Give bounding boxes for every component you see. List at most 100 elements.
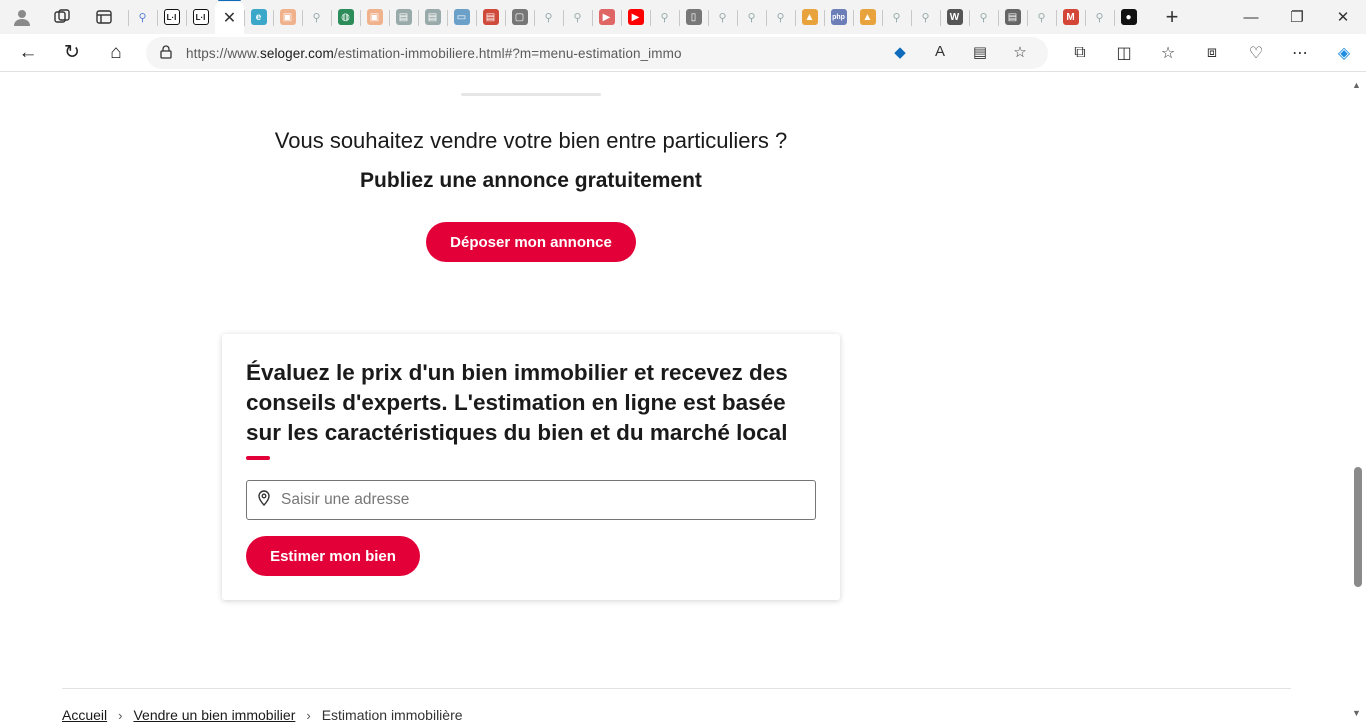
browser-tab[interactable]: ⚲ [969,2,998,32]
browser-tab[interactable]: ▤ [418,2,447,32]
search-icon: ⚲ [1095,11,1104,24]
browser-tab[interactable]: ◍ [331,2,360,32]
location-pin-icon [247,490,281,510]
sell-question: Vous souhaitez vendre votre bien entre p… [274,128,788,153]
search-icon: ⚲ [660,11,669,24]
browser-tab[interactable]: ▤ [389,2,418,32]
browser-tab[interactable]: ▢ [505,2,534,32]
browser-tab[interactable]: ▶ [592,2,621,32]
browser-tab[interactable]: ▣ [273,2,302,32]
page-content: Vous souhaitez vendre votre bien entre p… [0,72,1348,728]
browser-tab[interactable]: php [824,2,853,32]
browser-tab[interactable]: ▯ [679,2,708,32]
browser-tab[interactable]: ▶ [621,2,650,32]
php-icon: php [830,9,847,25]
search-icon: ⚲ [312,11,321,24]
footer-divider [62,688,1291,689]
split-screen-icon[interactable]: ◫ [1102,43,1146,63]
search-icon: ⚲ [138,11,147,24]
url-text[interactable]: https://www.seloger.com/estimation-immob… [186,46,682,61]
browser-tab[interactable]: ● [1114,2,1143,32]
pma-icon: ▲ [859,9,876,25]
workspaces-icon[interactable] [48,3,76,31]
tabs-list: ⚲ L·I L·I ✕ e ▣ ⚲ ◍ ▣ ▤ ▤ ▭ ▤ ▢ ⚲ ⚲ ▶ ▶ ⚲ ▯ ⚲ ⚲ ⚲ ▲ php ▲ ⚲ ⚲ W ⚲ ▤ ⚲ M ⚲… [128,0,1143,34]
copilot-icon[interactable]: ◈ [1322,43,1366,63]
search-icon: ⚲ [747,11,756,24]
search-icon: ⚲ [921,11,930,24]
profile-icon[interactable] [8,3,36,31]
performance-icon[interactable]: ♡ [1234,43,1278,63]
browser-tab[interactable]: ▭ [447,2,476,32]
browser-tab[interactable]: ✕ [215,0,244,34]
browser-tab[interactable]: ⚲ [911,2,940,32]
breadcrumb-home[interactable]: Accueil [62,707,107,723]
chevron-right-icon: › [118,707,123,723]
read-aloud-icon[interactable]: A [920,43,960,61]
wikipedia-icon: W [946,9,963,25]
immersive-reader-icon[interactable]: ▤ [960,43,1000,61]
browser-tab[interactable]: M [1056,2,1085,32]
new-tab-icon[interactable]: + [1158,3,1186,31]
file-icon: ▤ [395,9,412,25]
browser-tab[interactable]: ⚲ [766,2,795,32]
browser-tab[interactable]: e [244,2,273,32]
browser-tab[interactable]: ▲ [853,2,882,32]
browser-tab[interactable]: ⚲ [1085,2,1114,32]
estimer-button[interactable]: Estimer mon bien [246,536,420,576]
shopping-tag-icon[interactable]: ◆ [880,43,920,61]
browser-tab[interactable]: ⚲ [1027,2,1056,32]
browser-tab[interactable]: ⚲ [302,2,331,32]
collections-icon[interactable]: ⧈ [1190,44,1234,62]
url-bar[interactable]: https://www.seloger.com/estimation-immob… [146,37,1048,69]
search-icon: ⚲ [776,11,785,24]
browser-tab[interactable]: ▣ [360,2,389,32]
browser-tab[interactable]: ⚲ [708,2,737,32]
youtube-icon: ▶ [598,9,615,25]
edge-icon: e [250,9,267,25]
minimize-icon[interactable]: — [1228,0,1274,34]
sell-subtitle: Publiez une annonce gratuitement [360,169,702,192]
lock-icon[interactable] [146,44,186,62]
li-icon: L·I [163,9,180,25]
extensions-icon[interactable]: ⧉ [1058,44,1102,62]
scroll-up-icon[interactable]: ▲ [1352,80,1361,90]
image-icon: ▣ [366,9,383,25]
close-icon: ✕ [222,10,237,27]
favorites-icon[interactable]: ☆ [1146,43,1190,63]
divider [461,93,601,96]
refresh-icon[interactable]: ↻ [50,35,94,71]
browser-tab[interactable]: ⚲ [882,2,911,32]
scrollbar-thumb[interactable] [1354,467,1362,587]
browser-tab[interactable]: ⚲ [563,2,592,32]
more-menu-icon[interactable]: ⋯ [1278,43,1322,63]
browser-tab[interactable]: W [940,2,969,32]
back-icon[interactable]: ← [6,35,50,71]
browser-tab[interactable]: L·I [157,2,186,32]
address-field[interactable] [246,480,816,520]
close-window-icon[interactable]: ✕ [1320,0,1366,34]
estimation-card: Évaluez le prix d'un bien immobilier et … [222,334,840,600]
home-icon[interactable]: ⌂ [94,35,138,71]
scrollbar[interactable]: ▲ ▼ [1348,72,1366,728]
browser-tab[interactable]: ⚲ [128,2,157,32]
screen-icon: ▭ [453,9,470,25]
accent-bar [246,456,270,460]
browser-tab[interactable]: ⚲ [737,2,766,32]
search-icon: ⚲ [892,11,901,24]
search-icon: ⚲ [718,11,727,24]
browser-tab[interactable]: ▲ [795,2,824,32]
browser-tab[interactable]: ⚲ [650,2,679,32]
lock-file-icon: ▤ [1004,9,1021,25]
li-icon: L·I [192,9,209,25]
favorite-star-icon[interactable]: ☆ [1000,43,1040,61]
scroll-down-icon[interactable]: ▼ [1352,708,1361,718]
breadcrumb-section[interactable]: Vendre un bien immobilier [133,707,295,723]
deposer-annonce-button[interactable]: Déposer mon annonce [426,222,636,262]
browser-tab[interactable]: ▤ [998,2,1027,32]
browser-tab[interactable]: L·I [186,2,215,32]
browser-tab[interactable]: ⚲ [534,2,563,32]
address-input[interactable] [281,491,801,509]
browser-tab[interactable]: ▤ [476,2,505,32]
tab-actions-icon[interactable] [90,3,118,31]
restore-icon[interactable]: ❐ [1274,0,1320,34]
